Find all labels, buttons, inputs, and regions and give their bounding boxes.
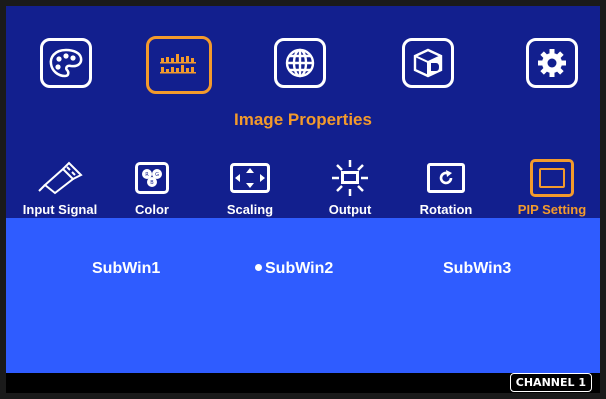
sub-item-rotation[interactable]: Rotation [398,156,494,218]
gear-icon [536,47,568,79]
image-properties-icon [159,52,199,78]
sub-item-pip-setting[interactable]: PIP Setting [504,156,600,218]
subwin-label: SubWin1 [92,260,161,277]
globe-menu-button[interactable] [274,38,326,88]
sub-item-color[interactable]: RGB Color [104,156,200,218]
image-properties-menu-button[interactable] [146,36,212,94]
subwin-label: SubWin2 [265,260,334,277]
palette-menu-button[interactable] [40,38,92,88]
sub-item-label: Output [328,202,372,217]
output-light-icon [326,156,374,200]
color-balls-icon: RGB [128,156,176,200]
subwin-label: SubWin3 [443,260,512,277]
rotation-icon [422,156,470,200]
3d-cube-icon [411,47,445,79]
sub-item-scaling[interactable]: Scaling [202,156,298,218]
settings-menu-button[interactable] [526,38,578,88]
svg-text:R: R [145,172,149,178]
svg-text:B: B [150,180,154,186]
palette-icon [48,47,84,79]
sub-item-label: PIP Setting [517,202,587,217]
subwin1-option[interactable]: SubWin1 [92,260,160,278]
sub-item-input-signal[interactable]: Input Signal [12,156,108,218]
subwin3-option[interactable]: SubWin3 [443,260,511,278]
3d-menu-button[interactable] [402,38,454,88]
selected-dot-icon [255,264,262,271]
sub-item-output[interactable]: Output [302,156,398,218]
channel-badge: CHANNEL 1 [509,373,592,392]
sub-item-label: Scaling [226,202,274,217]
subwin2-option[interactable]: SubWin2 [255,260,333,278]
sub-item-label: Rotation [419,202,473,217]
menu-caption: Image Properties [234,110,372,129]
globe-icon [283,46,317,80]
sub-item-label: Color [135,202,169,217]
pip-subwindow-panel: SubWin1 SubWin2 SubWin3 [6,218,600,373]
scaling-arrows-icon [226,156,274,200]
svg-text:G: G [155,172,159,178]
usb-plug-icon [36,156,84,200]
pip-icon [528,156,576,200]
osd-menu: Image Properties Input Signal RGB Color … [6,6,600,393]
